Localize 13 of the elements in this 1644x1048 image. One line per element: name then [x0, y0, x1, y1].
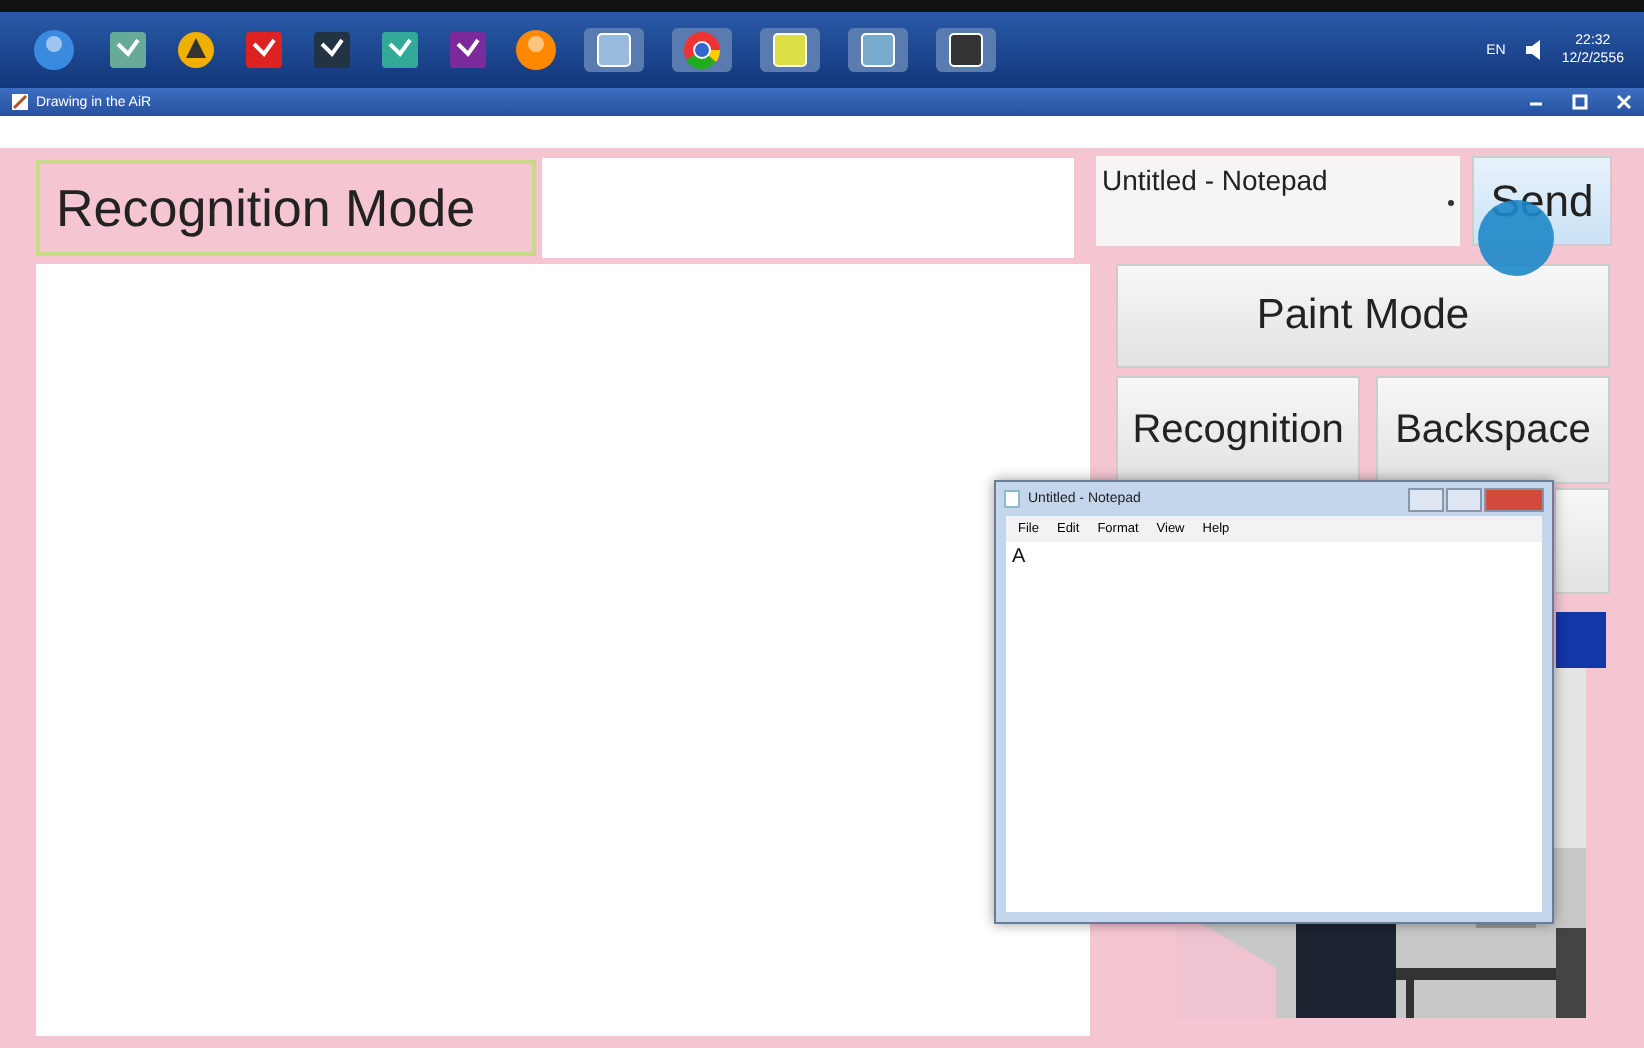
start-button[interactable]: [28, 28, 80, 72]
text-area[interactable]: A: [1006, 542, 1542, 912]
browser-icon[interactable]: [672, 28, 732, 72]
target-dropdown[interactable]: Untitled - Notepad: [1096, 156, 1460, 246]
close-button[interactable]: [1484, 487, 1544, 511]
app-icon: [12, 94, 28, 110]
mode-label: Recognition Mode: [36, 160, 536, 256]
text-field[interactable]: [542, 158, 1074, 258]
ball-icon[interactable]: [516, 28, 556, 72]
paint-mode-button[interactable]: Paint Mode: [1116, 264, 1610, 368]
speaker-icon[interactable]: [1525, 40, 1542, 60]
backspace-button[interactable]: Backspace: [1376, 376, 1610, 484]
recognition-button[interactable]: Recognition: [1116, 376, 1360, 484]
